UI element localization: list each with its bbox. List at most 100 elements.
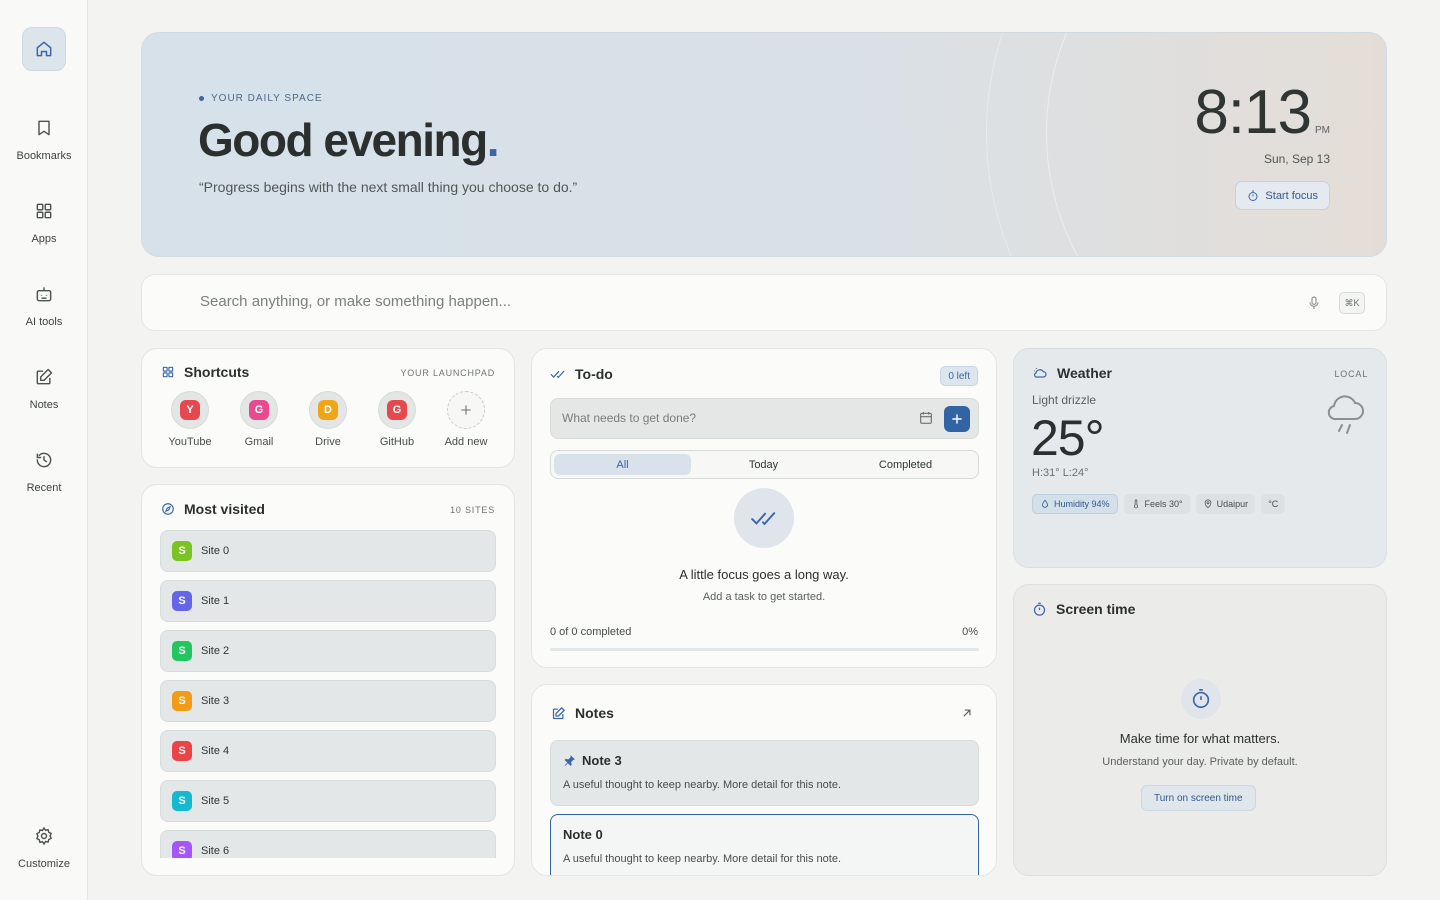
- sidebar-item-recent[interactable]: Recent: [0, 448, 88, 518]
- hero-eyebrow: YOUR DAILY SPACE: [199, 93, 323, 104]
- note-body: A useful thought to keep nearby. More de…: [563, 853, 842, 865]
- note-item[interactable]: Note 0 A useful thought to keep nearby. …: [550, 814, 979, 875]
- most-visited-title: Most visited: [161, 501, 265, 517]
- screen-time-badge: [1181, 679, 1221, 719]
- plus-icon: [461, 405, 471, 415]
- greeting-text: Good evening: [198, 114, 488, 166]
- calendar-icon[interactable]: [918, 410, 934, 426]
- sidebar-item-bookmarks[interactable]: Bookmarks: [0, 116, 88, 186]
- double-check-icon: [550, 370, 565, 379]
- humidity-chip: Humidity 94%: [1032, 494, 1118, 514]
- shortcuts-title: Shortcuts: [161, 364, 249, 380]
- search-input[interactable]: [200, 293, 1200, 310]
- shortcut-letter: G: [387, 400, 407, 420]
- tab-completed[interactable]: Completed: [837, 454, 974, 475]
- progress-percent: 0%: [962, 626, 978, 638]
- notes-card: Notes Note 3 A useful thought to keep ne…: [531, 684, 997, 876]
- site-favicon: S: [172, 541, 192, 561]
- todo-input[interactable]: [562, 411, 902, 425]
- feels-like-chip: Feels 30°: [1123, 494, 1190, 514]
- clock-time: 8:13: [1194, 78, 1312, 147]
- site-row[interactable]: S Site 0: [160, 530, 496, 572]
- shortcut-name: Drive: [315, 436, 341, 448]
- todo-card: To-do 0 left All Today Completed A littl…: [531, 348, 997, 668]
- sidebar-item-ai-tools[interactable]: AI tools: [0, 282, 88, 352]
- sidebar: Bookmarks Apps AI tools Notes Recent Cus…: [0, 0, 88, 900]
- site-name: Site 0: [201, 545, 230, 557]
- sidebar-item-apps[interactable]: Apps: [0, 199, 88, 269]
- daily-quote: “Progress begins with the next small thi…: [199, 179, 578, 195]
- site-row[interactable]: S Site 2: [160, 630, 496, 672]
- open-external-icon[interactable]: [960, 706, 974, 720]
- most-visited-title-text: Most visited: [184, 501, 265, 517]
- site-name: Site 5: [201, 795, 230, 807]
- shortcut-bubble: Y: [171, 391, 209, 429]
- grid-icon: [32, 199, 56, 223]
- shortcut-name: YouTube: [168, 436, 212, 448]
- site-favicon: S: [172, 841, 192, 858]
- shortcut-github[interactable]: G GitHub: [367, 391, 427, 448]
- turn-on-screen-time-button[interactable]: Turn on screen time: [1141, 785, 1256, 811]
- location-text: Udaipur: [1216, 499, 1249, 509]
- sidebar-item-label: Bookmarks: [16, 150, 72, 162]
- hero-banner: YOUR DAILY SPACE Good evening. “Progress…: [141, 32, 1387, 257]
- home-button[interactable]: [22, 27, 66, 71]
- add-shortcut-label: Add new: [444, 436, 488, 448]
- edit-icon: [32, 365, 56, 389]
- weather-temperature: 25°: [1031, 410, 1105, 466]
- eyebrow-text: YOUR DAILY SPACE: [211, 93, 323, 104]
- shortcut-letter: Y: [180, 400, 200, 420]
- sidebar-item-notes[interactable]: Notes: [0, 365, 88, 435]
- gear-icon: [32, 824, 56, 848]
- start-focus-button[interactable]: Start focus: [1235, 181, 1330, 210]
- sidebar-item-customize[interactable]: Customize: [0, 824, 88, 894]
- site-name: Site 1: [201, 595, 230, 607]
- weather-title: Weather: [1032, 365, 1112, 381]
- shortcut-bubble: G: [378, 391, 416, 429]
- greeting: Good evening.: [198, 113, 500, 167]
- most-visited-tag: 10 SITES: [450, 505, 495, 515]
- site-row[interactable]: S Site 1: [160, 580, 496, 622]
- note-item[interactable]: Note 3 A useful thought to keep nearby. …: [550, 740, 979, 806]
- site-row[interactable]: S Site 5: [160, 780, 496, 822]
- plus-icon: [952, 414, 962, 424]
- shortcuts-card: Shortcuts YOUR LAUNCHPAD Y YouTube G Gma…: [141, 348, 515, 468]
- clock-date: Sun, Sep 13: [1263, 152, 1330, 166]
- shortcut-drive[interactable]: D Drive: [298, 391, 358, 448]
- weather-title-text: Weather: [1057, 365, 1112, 381]
- tab-today[interactable]: Today: [695, 454, 832, 475]
- empty-state-title: A little focus goes a long way.: [679, 567, 849, 582]
- empty-state-subtitle: Add a task to get started.: [702, 591, 826, 603]
- add-shortcut-button[interactable]: Add new: [436, 391, 496, 448]
- shortcut-youtube[interactable]: Y YouTube: [160, 391, 220, 448]
- site-favicon: S: [172, 641, 192, 661]
- site-favicon: S: [172, 741, 192, 761]
- history-icon: [32, 448, 56, 472]
- weather-card: Weather LOCAL Light drizzle 25° H:31° L:…: [1013, 348, 1387, 568]
- microphone-icon[interactable]: [1306, 294, 1322, 312]
- bookmark-icon: [32, 116, 56, 140]
- location-chip[interactable]: Udaipur: [1195, 494, 1256, 514]
- site-row[interactable]: S Site 3: [160, 680, 496, 722]
- add-task-button[interactable]: [944, 406, 970, 432]
- shortcut-name: GitHub: [379, 436, 415, 448]
- droplet-icon: [1042, 499, 1048, 508]
- site-name: Site 4: [201, 745, 230, 757]
- note-title-text: Note 3: [582, 753, 622, 768]
- add-bubble: [447, 391, 485, 429]
- screen-time-title: Screen time: [1032, 601, 1135, 617]
- notes-title-text: Notes: [575, 705, 614, 721]
- site-row[interactable]: S Site 6: [160, 830, 496, 858]
- todo-filter: All Today Completed: [550, 450, 979, 479]
- timer-icon: [1192, 689, 1210, 709]
- note-title: Note 0: [563, 827, 966, 842]
- unit-toggle[interactable]: °C: [1261, 494, 1286, 514]
- tab-all[interactable]: All: [554, 454, 691, 475]
- grid-icon: [162, 366, 174, 378]
- thermometer-icon: [1133, 499, 1138, 509]
- shortcut-gmail[interactable]: G Gmail: [229, 391, 289, 448]
- todo-input-box: [550, 398, 979, 439]
- search-bar: ⌘K: [141, 274, 1387, 331]
- site-row[interactable]: S Site 4: [160, 730, 496, 772]
- screen-time-subtitle: Understand your day. Private by default.: [1102, 756, 1298, 768]
